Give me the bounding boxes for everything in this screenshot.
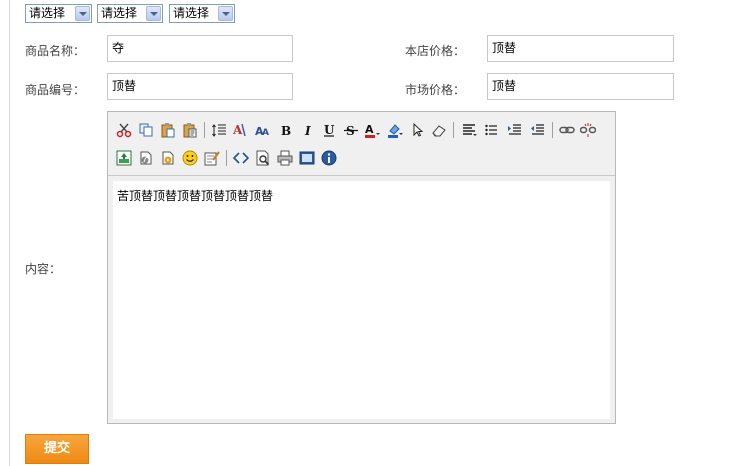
fullscreen-icon[interactable] xyxy=(299,150,315,166)
category-select-2-value: 请选择 xyxy=(101,6,138,20)
category-select-3-value: 请选择 xyxy=(173,6,210,20)
svg-text:A: A xyxy=(262,128,269,138)
paste-text-icon[interactable] xyxy=(182,122,198,138)
market-price-input[interactable]: 顶替 xyxy=(487,73,674,100)
media-icon[interactable] xyxy=(160,150,176,166)
emoticon-icon[interactable] xyxy=(182,150,198,166)
toolbar-separator xyxy=(552,122,553,138)
chevron-down-icon[interactable] xyxy=(218,6,233,21)
line-height-icon[interactable] xyxy=(212,122,228,138)
svg-text:A: A xyxy=(233,123,243,137)
product-code-input[interactable]: 顶替 xyxy=(107,73,293,100)
italic-icon[interactable]: I xyxy=(300,122,316,138)
svg-text:A: A xyxy=(365,123,374,136)
font-size-icon[interactable]: AA xyxy=(255,122,271,138)
font-color-icon[interactable]: A xyxy=(364,122,380,138)
category-select-3[interactable]: 请选择 xyxy=(169,4,235,23)
indent-icon[interactable] xyxy=(507,122,523,138)
category-select-1[interactable]: 请选择 xyxy=(25,4,92,23)
select-icon[interactable] xyxy=(410,122,426,138)
content-label: 内容： xyxy=(25,262,62,276)
cut-icon[interactable] xyxy=(116,122,132,138)
paste-icon[interactable] xyxy=(160,122,176,138)
font-family-icon[interactable]: A xyxy=(233,122,249,138)
chevron-down-icon[interactable] xyxy=(146,6,161,21)
unlink-icon[interactable] xyxy=(580,122,596,138)
flash-icon[interactable] xyxy=(138,150,154,166)
editor-content-area[interactable]: 苦顶替顶替顶替顶替顶替顶替 xyxy=(113,181,610,419)
svg-text:U: U xyxy=(324,123,335,137)
rich-text-editor: A AA B I U S A xyxy=(107,111,616,424)
chevron-down-icon[interactable] xyxy=(75,6,90,21)
source-icon[interactable] xyxy=(233,150,249,166)
list-icon[interactable] xyxy=(484,122,500,138)
product-name-label: 商品名称： xyxy=(25,44,86,58)
preview-icon[interactable] xyxy=(255,150,271,166)
svg-text:I: I xyxy=(304,124,311,138)
product-name-input[interactable]: 夺 xyxy=(107,35,293,62)
toolbar-separator xyxy=(226,150,227,166)
store-price-label: 本店价格： xyxy=(405,44,466,58)
left-border-line xyxy=(9,0,10,466)
strikethrough-icon[interactable]: S xyxy=(343,122,359,138)
underline-icon[interactable]: U xyxy=(321,122,337,138)
toolbar-separator xyxy=(204,122,205,138)
store-price-input[interactable]: 顶替 xyxy=(487,35,674,62)
align-icon[interactable] xyxy=(461,122,477,138)
bold-icon[interactable]: B xyxy=(278,122,294,138)
print-icon[interactable] xyxy=(277,150,293,166)
special-char-icon[interactable] xyxy=(204,150,220,166)
about-icon[interactable] xyxy=(321,150,337,166)
toolbar-separator xyxy=(453,122,454,138)
eraser-icon[interactable] xyxy=(431,122,447,138)
market-price-label: 市场价格： xyxy=(405,83,466,97)
product-code-label: 商品编号： xyxy=(25,83,86,97)
category-select-2[interactable]: 请选择 xyxy=(97,4,163,23)
outdent-icon[interactable] xyxy=(530,122,546,138)
submit-button[interactable]: 提交 xyxy=(25,434,89,464)
copy-icon[interactable] xyxy=(138,122,154,138)
image-icon[interactable] xyxy=(116,150,132,166)
category-select-1-value: 请选择 xyxy=(29,6,66,20)
editor-toolbar: A AA B I U S A xyxy=(108,112,615,176)
link-icon[interactable] xyxy=(559,122,575,138)
svg-text:B: B xyxy=(281,124,291,138)
background-color-icon[interactable] xyxy=(387,122,403,138)
